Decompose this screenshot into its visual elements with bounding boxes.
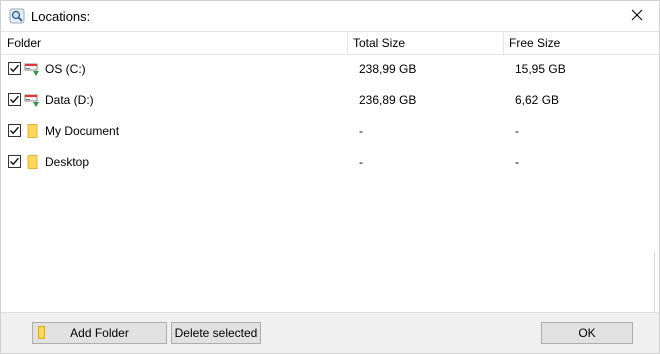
list-header: Folder Total Size Free Size	[1, 32, 659, 55]
total-size: 236,89 GB	[359, 93, 417, 107]
locations-dialog: Locations: Folder Total Size Free Size O…	[0, 0, 660, 354]
drive-icon	[24, 61, 40, 77]
window-title: Locations:	[31, 9, 91, 24]
column-divider[interactable]	[503, 32, 504, 54]
close-button[interactable]	[615, 1, 659, 31]
row-checkbox[interactable]	[8, 93, 21, 106]
folder-name: Desktop	[45, 155, 90, 169]
column-header-folder[interactable]: Folder	[7, 32, 41, 54]
total-size: -	[359, 124, 363, 138]
column-divider[interactable]	[347, 32, 348, 54]
close-icon	[631, 9, 643, 24]
free-size: -	[515, 124, 519, 138]
title-bar: Locations:	[1, 1, 659, 31]
folder-name: Data (D:)	[45, 93, 94, 107]
row-checkbox[interactable]	[8, 124, 21, 137]
column-header-total-size[interactable]: Total Size	[353, 32, 405, 54]
list-item[interactable]: Data (D:) 236,89 GB 6,62 GB	[1, 85, 659, 116]
magnifier-icon	[9, 8, 25, 24]
free-size: 6,62 GB	[515, 93, 560, 107]
add-folder-button[interactable]: Add Folder	[32, 322, 167, 344]
add-folder-label: Add Folder	[70, 326, 129, 340]
ok-label: OK	[578, 326, 596, 340]
column-header-free-size[interactable]: Free Size	[509, 32, 560, 54]
delete-selected-button[interactable]: Delete selected	[171, 322, 261, 344]
delete-selected-label: Delete selected	[174, 326, 258, 340]
list-item[interactable]: OS (C:) 238,99 GB 15,95 GB	[1, 54, 659, 85]
row-checkbox[interactable]	[8, 155, 21, 168]
drive-icon	[24, 92, 40, 108]
ok-button[interactable]: OK	[541, 322, 633, 344]
folder-name: OS (C:)	[45, 62, 86, 76]
list-item[interactable]: Desktop - -	[1, 147, 659, 178]
total-size: -	[359, 155, 363, 169]
free-size: -	[515, 155, 519, 169]
button-bar: Add Folder Delete selected OK	[1, 312, 659, 353]
folder-icon	[38, 326, 46, 340]
folder-icon	[24, 123, 40, 139]
folder-icon	[24, 154, 40, 170]
list-item[interactable]: My Document - -	[1, 116, 659, 147]
folder-name: My Document	[45, 124, 120, 138]
scroll-edge	[654, 252, 659, 312]
row-checkbox[interactable]	[8, 62, 21, 75]
total-size: 238,99 GB	[359, 62, 417, 76]
locations-list[interactable]: Folder Total Size Free Size OS (C:) 238,…	[1, 31, 659, 312]
free-size: 15,95 GB	[515, 62, 566, 76]
